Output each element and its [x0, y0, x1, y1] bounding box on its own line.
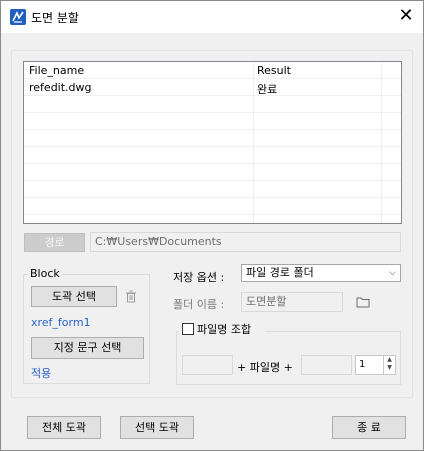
- file-result-list[interactable]: File_name Result refedit.dwg 완료: [23, 61, 402, 224]
- header-file-name[interactable]: File_name: [29, 64, 84, 77]
- empty-row: [24, 147, 401, 164]
- folder-name-label: 폴더 이름 :: [173, 298, 225, 311]
- path-button[interactable]: 경로: [24, 233, 85, 252]
- plus-filename-label: + 파일명 +: [237, 361, 293, 374]
- combine-checkbox[interactable]: [182, 323, 194, 335]
- close-icon[interactable]: ✕: [389, 1, 423, 31]
- empty-row: [24, 113, 401, 130]
- empty-row: [24, 181, 401, 198]
- trash-icon[interactable]: [125, 290, 137, 303]
- empty-row: [24, 96, 401, 113]
- selected-block-link[interactable]: xref_form1: [31, 316, 91, 329]
- file-name-cell: refedit.dwg: [29, 81, 92, 94]
- list-header-row: File_name Result: [24, 62, 401, 79]
- save-option-select[interactable]: 파일 경로 폴더 ⌵: [241, 264, 401, 282]
- suffix-field[interactable]: [301, 355, 352, 375]
- prefix-field[interactable]: [182, 355, 233, 375]
- selected-drawings-button[interactable]: 선택 도곽: [120, 416, 194, 439]
- select-drawing-button[interactable]: 도곽 선택: [31, 286, 117, 307]
- list-item[interactable]: refedit.dwg 완료: [24, 79, 401, 96]
- combine-checkbox-label: 파일명 조합: [197, 323, 252, 336]
- number-stepper[interactable]: 1 ▲ ▼: [355, 355, 396, 375]
- split-drawing-window: 도면 분할 ✕ File_name Result refedit.dwg 완료 …: [0, 0, 424, 451]
- exit-button[interactable]: 종 료: [332, 416, 406, 439]
- stepper-arrows-icon[interactable]: ▲ ▼: [383, 356, 395, 374]
- folder-name-field[interactable]: 도면분할: [241, 292, 343, 312]
- save-option-value: 파일 경로 폴더: [246, 266, 314, 279]
- apply-link[interactable]: 적용: [31, 365, 51, 381]
- title-bar: 도면 분할 ✕: [1, 1, 423, 33]
- empty-row: [24, 164, 401, 181]
- select-text-button[interactable]: 지정 문구 선택: [31, 337, 144, 359]
- app-icon: [10, 9, 26, 25]
- header-result[interactable]: Result: [257, 64, 291, 77]
- window-title: 도면 분할: [31, 11, 79, 25]
- result-cell: 완료: [257, 83, 278, 96]
- stepper-value: 1: [359, 359, 366, 370]
- empty-row: [24, 130, 401, 147]
- save-option-label: 저장 옵션 :: [173, 271, 225, 284]
- empty-row: [24, 198, 401, 215]
- path-field[interactable]: C:₩Users₩Documents: [90, 232, 401, 252]
- folder-icon[interactable]: [356, 296, 370, 308]
- block-group-label: Block: [28, 267, 62, 280]
- all-drawings-button[interactable]: 전체 도곽: [27, 416, 101, 439]
- chevron-down-icon: ⌵: [389, 268, 396, 278]
